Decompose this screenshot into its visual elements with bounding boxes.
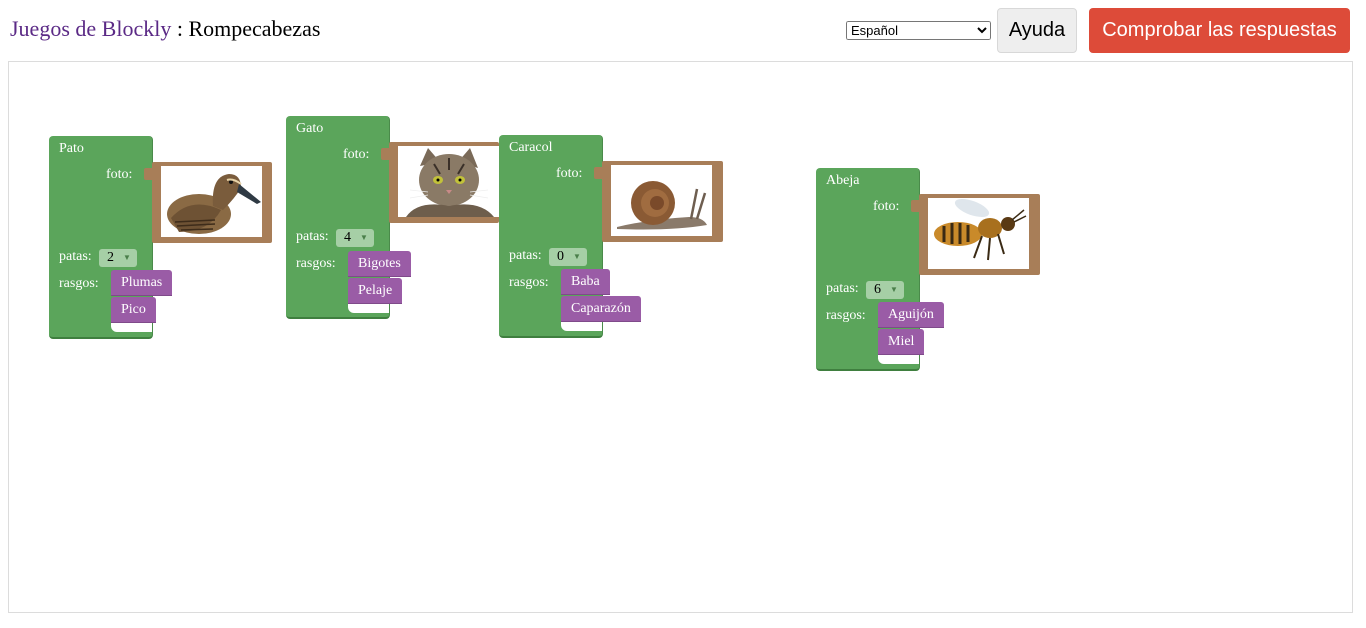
trait-block-aguijon[interactable]: Aguijón: [878, 302, 944, 328]
rasgos-label: rasgos:: [826, 308, 866, 323]
game-name: Rompecabezas: [188, 16, 321, 41]
title-separator: :: [171, 16, 189, 41]
language-select[interactable]: Español: [846, 21, 991, 40]
check-answers-button[interactable]: Comprobar las respuestas: [1089, 8, 1350, 53]
trait-block-bigotes[interactable]: Bigotes: [348, 251, 411, 277]
legs-dropdown[interactable]: 6 ▼: [866, 281, 904, 299]
legs-value: 6: [874, 282, 881, 297]
patas-label: patas:: [826, 281, 859, 296]
connector-tab: [911, 200, 920, 212]
statement-slot-end: [878, 355, 919, 364]
page-title: Juegos de Blockly : Rompecabezas: [10, 16, 320, 42]
rasgos-label: rasgos:: [59, 276, 99, 291]
foto-label: foto:: [106, 167, 133, 182]
statement-slot-end: [348, 304, 389, 313]
foto-label: foto:: [873, 199, 900, 214]
picture-block-pato[interactable]: [144, 162, 272, 243]
legs-value: 4: [344, 230, 351, 245]
foto-label: foto:: [556, 166, 583, 181]
rasgos-label: rasgos:: [509, 275, 549, 290]
rasgos-label: rasgos:: [296, 256, 336, 271]
trait-block-baba[interactable]: Baba: [561, 269, 610, 295]
cat-photo-icon: [398, 146, 499, 217]
trait-block-miel[interactable]: Miel: [878, 329, 925, 355]
connector-tab: [381, 148, 390, 160]
trait-block-pico[interactable]: Pico: [111, 297, 156, 323]
dropdown-arrow-icon: ▼: [573, 252, 581, 261]
snail-photo-icon: [611, 165, 712, 236]
connector-tab: [144, 168, 153, 180]
animal-name: Abeja: [826, 173, 860, 188]
blockly-workspace[interactable]: Pato foto: patas: 2 ▼ rasgos: Plumas Pic…: [8, 61, 1353, 613]
legs-dropdown[interactable]: 2 ▼: [99, 249, 137, 267]
legs-dropdown[interactable]: 0 ▼: [549, 248, 587, 266]
trait-block-caparazon[interactable]: Caparazón: [561, 296, 641, 322]
patas-label: patas:: [296, 229, 329, 244]
trait-block-pelaje[interactable]: Pelaje: [348, 278, 403, 304]
statement-slot-end: [561, 322, 602, 331]
picture-block-caracol[interactable]: [594, 161, 723, 242]
animal-name: Gato: [296, 121, 324, 136]
patas-label: patas:: [59, 249, 92, 264]
duck-photo-icon: [161, 166, 262, 237]
legs-dropdown[interactable]: 4 ▼: [336, 229, 374, 247]
connector-tab: [594, 167, 603, 179]
legs-value: 0: [557, 249, 564, 264]
legs-value: 2: [107, 250, 114, 265]
help-button[interactable]: Ayuda: [997, 8, 1077, 53]
animal-name: Caracol: [509, 140, 553, 155]
foto-label: foto:: [343, 147, 370, 162]
picture-block-gato[interactable]: [381, 142, 499, 223]
statement-slot-end: [111, 323, 152, 332]
picture-block-abeja[interactable]: [911, 194, 1040, 275]
trait-block-plumas[interactable]: Plumas: [111, 270, 173, 296]
animal-name: Pato: [59, 141, 84, 156]
dropdown-arrow-icon: ▼: [360, 233, 368, 242]
bee-photo-icon: [928, 198, 1029, 269]
dropdown-arrow-icon: ▼: [123, 253, 131, 262]
patas-label: patas:: [509, 248, 542, 263]
dropdown-arrow-icon: ▼: [890, 285, 898, 294]
blockly-games-link[interactable]: Juegos de Blockly: [10, 16, 171, 41]
